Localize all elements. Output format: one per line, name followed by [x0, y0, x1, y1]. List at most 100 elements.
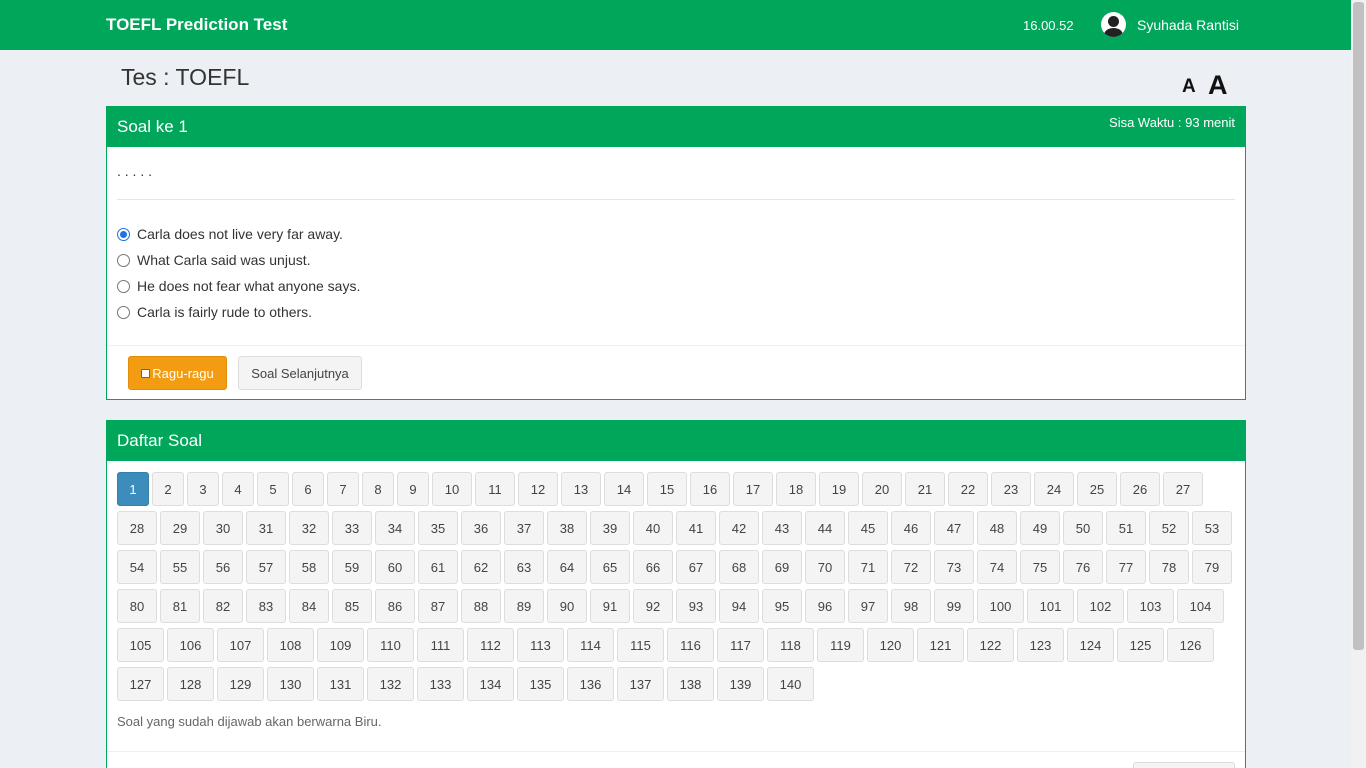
question-number-button[interactable]: 39: [590, 511, 630, 545]
question-number-button[interactable]: 112: [467, 628, 514, 662]
question-number-button[interactable]: 31: [246, 511, 286, 545]
question-number-button[interactable]: 118: [767, 628, 814, 662]
question-number-button[interactable]: 66: [633, 550, 673, 584]
next-question-button[interactable]: Soal Selanjutnya: [238, 356, 362, 390]
question-number-button[interactable]: 69: [762, 550, 802, 584]
question-number-button[interactable]: 77: [1106, 550, 1146, 584]
question-number-button[interactable]: 11: [475, 472, 515, 506]
question-number-button[interactable]: 63: [504, 550, 544, 584]
answer-option[interactable]: What Carla said was unjust.: [117, 247, 360, 273]
question-number-button[interactable]: 16: [690, 472, 730, 506]
question-number-button[interactable]: 36: [461, 511, 501, 545]
question-number-button[interactable]: 128: [167, 667, 214, 701]
question-number-button[interactable]: 34: [375, 511, 415, 545]
question-number-button[interactable]: 98: [891, 589, 931, 623]
question-number-button[interactable]: 113: [517, 628, 564, 662]
question-number-button[interactable]: 84: [289, 589, 329, 623]
radio-button[interactable]: [117, 279, 130, 293]
question-number-button[interactable]: 1: [117, 472, 149, 506]
question-number-button[interactable]: 12: [518, 472, 558, 506]
font-decrease-button[interactable]: A: [1182, 76, 1196, 98]
question-number-button[interactable]: 126: [1167, 628, 1214, 662]
question-number-button[interactable]: 81: [160, 589, 200, 623]
question-number-button[interactable]: 18: [776, 472, 816, 506]
question-number-button[interactable]: 103: [1127, 589, 1174, 623]
question-number-button[interactable]: 137: [617, 667, 664, 701]
question-number-button[interactable]: 71: [848, 550, 888, 584]
question-number-button[interactable]: 70: [805, 550, 845, 584]
question-number-button[interactable]: 86: [375, 589, 415, 623]
question-number-button[interactable]: 119: [817, 628, 864, 662]
question-number-button[interactable]: 138: [667, 667, 714, 701]
question-number-button[interactable]: 38: [547, 511, 587, 545]
question-number-button[interactable]: 32: [289, 511, 329, 545]
scrollbar-thumb[interactable]: [1353, 2, 1364, 650]
question-number-button[interactable]: 35: [418, 511, 458, 545]
question-number-button[interactable]: 50: [1063, 511, 1103, 545]
question-number-button[interactable]: 132: [367, 667, 414, 701]
question-number-button[interactable]: 7: [327, 472, 359, 506]
question-number-button[interactable]: 55: [160, 550, 200, 584]
answer-option[interactable]: Carla is fairly rude to others.: [117, 299, 360, 325]
question-number-button[interactable]: 59: [332, 550, 372, 584]
question-number-button[interactable]: 6: [292, 472, 324, 506]
question-number-button[interactable]: 2: [152, 472, 184, 506]
ragu-ragu-button[interactable]: Ragu-ragu: [128, 356, 227, 390]
question-number-button[interactable]: 109: [317, 628, 364, 662]
app-brand[interactable]: TOEFL Prediction Test: [106, 15, 287, 35]
question-number-button[interactable]: 136: [567, 667, 614, 701]
question-number-button[interactable]: 129: [217, 667, 264, 701]
question-number-button[interactable]: 117: [717, 628, 764, 662]
question-number-button[interactable]: 45: [848, 511, 888, 545]
question-number-button[interactable]: 74: [977, 550, 1017, 584]
question-number-button[interactable]: 19: [819, 472, 859, 506]
question-number-button[interactable]: 64: [547, 550, 587, 584]
question-number-button[interactable]: 104: [1177, 589, 1224, 623]
question-number-button[interactable]: 83: [246, 589, 286, 623]
question-number-button[interactable]: 120: [867, 628, 914, 662]
question-number-button[interactable]: 29: [160, 511, 200, 545]
finish-button[interactable]: [1133, 762, 1235, 768]
question-number-button[interactable]: 108: [267, 628, 314, 662]
question-number-button[interactable]: 21: [905, 472, 945, 506]
question-number-button[interactable]: 68: [719, 550, 759, 584]
question-number-button[interactable]: 106: [167, 628, 214, 662]
question-number-button[interactable]: 56: [203, 550, 243, 584]
question-number-button[interactable]: 65: [590, 550, 630, 584]
question-number-button[interactable]: 14: [604, 472, 644, 506]
question-number-button[interactable]: 80: [117, 589, 157, 623]
question-number-button[interactable]: 4: [222, 472, 254, 506]
question-number-button[interactable]: 57: [246, 550, 286, 584]
question-number-button[interactable]: 41: [676, 511, 716, 545]
question-number-button[interactable]: 20: [862, 472, 902, 506]
question-number-button[interactable]: 127: [117, 667, 164, 701]
question-number-button[interactable]: 67: [676, 550, 716, 584]
question-number-button[interactable]: 27: [1163, 472, 1203, 506]
radio-button[interactable]: [117, 227, 130, 241]
font-increase-button[interactable]: A: [1208, 70, 1228, 101]
question-number-button[interactable]: 135: [517, 667, 564, 701]
question-number-button[interactable]: 62: [461, 550, 501, 584]
question-number-button[interactable]: 99: [934, 589, 974, 623]
question-number-button[interactable]: 111: [417, 628, 464, 662]
question-number-button[interactable]: 73: [934, 550, 974, 584]
radio-button[interactable]: [117, 305, 130, 319]
question-number-button[interactable]: 76: [1063, 550, 1103, 584]
question-number-button[interactable]: 10: [432, 472, 472, 506]
radio-button[interactable]: [117, 253, 130, 267]
question-number-button[interactable]: 95: [762, 589, 802, 623]
question-number-button[interactable]: 15: [647, 472, 687, 506]
question-number-button[interactable]: 75: [1020, 550, 1060, 584]
question-number-button[interactable]: 13: [561, 472, 601, 506]
answer-option[interactable]: Carla does not live very far away.: [117, 221, 360, 247]
question-number-button[interactable]: 72: [891, 550, 931, 584]
question-number-button[interactable]: 139: [717, 667, 764, 701]
question-number-button[interactable]: 93: [676, 589, 716, 623]
question-number-button[interactable]: 89: [504, 589, 544, 623]
question-number-button[interactable]: 24: [1034, 472, 1074, 506]
question-number-button[interactable]: 140: [767, 667, 814, 701]
question-number-button[interactable]: 51: [1106, 511, 1146, 545]
question-number-button[interactable]: 22: [948, 472, 988, 506]
question-number-button[interactable]: 43: [762, 511, 802, 545]
question-number-button[interactable]: 47: [934, 511, 974, 545]
